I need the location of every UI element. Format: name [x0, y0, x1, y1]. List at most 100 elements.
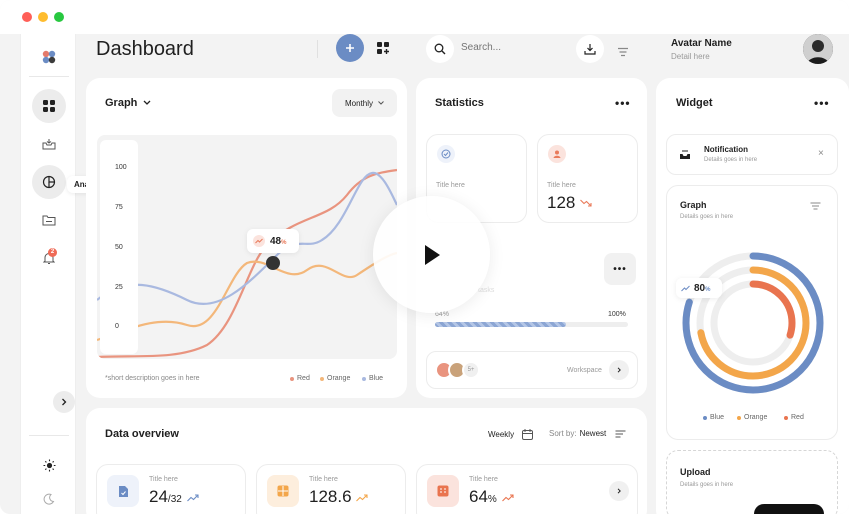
chevron-right-icon — [617, 488, 621, 494]
inbox-icon — [680, 150, 690, 159]
download-button[interactable] — [576, 35, 604, 63]
overview-label: Title here — [149, 476, 178, 483]
maximize-window-button[interactable] — [54, 12, 64, 22]
add-widget-icon — [377, 42, 389, 54]
play-button[interactable] — [373, 196, 490, 313]
report-icon — [427, 475, 459, 507]
minimize-window-button[interactable] — [38, 12, 48, 22]
overview-value: 128.6 — [309, 487, 352, 506]
chevron-right-icon — [617, 367, 621, 373]
sidebar-divider — [29, 435, 69, 436]
overview-label: Title here — [309, 476, 338, 483]
series-line-orange — [97, 251, 397, 342]
sort-label: Sort by: — [549, 429, 577, 438]
overview-value: 24 — [149, 487, 168, 506]
statistics-more-button[interactable]: ••• — [615, 96, 631, 110]
sun-icon — [43, 459, 55, 471]
ring-value: 80 — [694, 282, 706, 294]
play-icon — [424, 244, 440, 265]
notification-close-icon[interactable]: × — [818, 148, 824, 159]
app-logo-icon[interactable] — [32, 40, 66, 74]
workspace-more-button[interactable]: ••• — [604, 253, 636, 285]
y-tick-label: 50 — [115, 244, 123, 251]
graph-tooltip: 48% — [247, 229, 299, 253]
filter-icon — [618, 47, 628, 57]
overview-card[interactable]: Title here 64% — [416, 464, 638, 514]
legend-item-blue: Blue — [703, 414, 724, 421]
stat-label: Title here — [436, 182, 465, 189]
close-window-button[interactable] — [22, 12, 32, 22]
sidebar-divider — [29, 76, 69, 77]
y-tick-label: 25 — [115, 284, 123, 291]
trending-up-icon — [186, 494, 199, 502]
y-tick-label: 0 — [115, 323, 119, 330]
sidebar-item-dark-mode[interactable] — [32, 482, 66, 514]
widget-graph-title: Graph — [680, 200, 707, 210]
search-input[interactable] — [461, 42, 561, 53]
filter-icon — [810, 202, 821, 210]
app-window: Analytics 2 Dashboard Avatar Name Detail… — [0, 0, 849, 514]
legend-item-blue: Blue — [362, 375, 383, 382]
stat-label: Title here — [547, 182, 576, 189]
sort-select[interactable]: Sort by: Newest — [549, 429, 626, 438]
workspace-open-button[interactable] — [609, 360, 629, 380]
widget-more-button[interactable]: ••• — [814, 96, 830, 110]
graph-period-select[interactable]: Monthly — [332, 89, 397, 117]
progress-end-label: 100% — [608, 311, 626, 318]
table-icon — [267, 475, 299, 507]
statistics-title: Statistics — [435, 97, 484, 109]
widget-title: Widget — [676, 97, 713, 109]
stat-card[interactable]: Title here 128 — [537, 134, 638, 223]
overview-period-select[interactable]: Weekly — [488, 429, 534, 440]
sidebar-item-dashboard[interactable] — [32, 89, 66, 123]
folder-icon — [42, 215, 56, 226]
sidebar-item-light-mode[interactable] — [32, 448, 66, 482]
notification-count-badge: 2 — [48, 248, 57, 257]
overview-next-button[interactable] — [609, 481, 629, 501]
document-icon — [107, 475, 139, 507]
ring-value-label: 80% — [676, 278, 722, 298]
sidebar-expand-button[interactable] — [53, 391, 75, 413]
header-divider — [317, 40, 318, 58]
overview-card[interactable]: Title here 128.6 — [256, 464, 406, 514]
sidebar-item-inbox[interactable] — [32, 127, 66, 161]
download-icon — [584, 44, 596, 55]
graph-description: *short description goes in here — [105, 375, 200, 382]
notification-title: Notification — [704, 145, 748, 154]
user-icon — [548, 145, 566, 163]
overview-suffix: /32 — [167, 494, 182, 505]
graph-period-label: Monthly — [344, 98, 373, 108]
data-overview-title: Data overview — [105, 428, 179, 440]
legend-label: Blue — [369, 375, 384, 382]
sidebar-item-analytics[interactable] — [32, 165, 66, 199]
workspace-row[interactable]: 5+ Workspace — [426, 351, 638, 389]
filter-button[interactable] — [617, 44, 629, 62]
ring-chart — [682, 252, 824, 394]
sidebar-item-folders[interactable] — [32, 203, 66, 237]
page-title: Dashboard — [96, 38, 194, 60]
legend-item-red: Red — [784, 414, 804, 421]
trending-down-icon — [580, 199, 592, 207]
sidebar-item-notifications[interactable] — [32, 241, 66, 275]
upload-button[interactable] — [754, 504, 824, 514]
overview-suffix: % — [487, 494, 497, 505]
overview-card[interactable]: Title here 24/32 — [96, 464, 246, 514]
legend-item-orange: Orange — [320, 375, 350, 382]
graph-tooltip-unit: % — [281, 239, 287, 246]
legend-item-red: Red — [290, 375, 310, 382]
user-detail: Detail here — [671, 52, 710, 61]
moon-icon — [43, 493, 55, 505]
avatar[interactable] — [803, 34, 833, 64]
user-name: Avatar Name — [671, 38, 732, 49]
pie-chart-icon — [42, 175, 56, 189]
notification-item[interactable]: Notification Details goes in here × — [666, 134, 838, 175]
add-button[interactable] — [336, 34, 364, 62]
widgets-button[interactable] — [377, 42, 390, 60]
upload-title: Upload — [680, 467, 711, 477]
grid-icon — [43, 100, 55, 112]
y-tick-label: 100 — [115, 164, 127, 171]
legend-label: Orange — [744, 414, 768, 421]
notification-detail: Details goes in here — [704, 157, 758, 163]
search-button[interactable] — [426, 35, 454, 63]
graph-title-dropdown[interactable]: Graph — [105, 97, 151, 109]
